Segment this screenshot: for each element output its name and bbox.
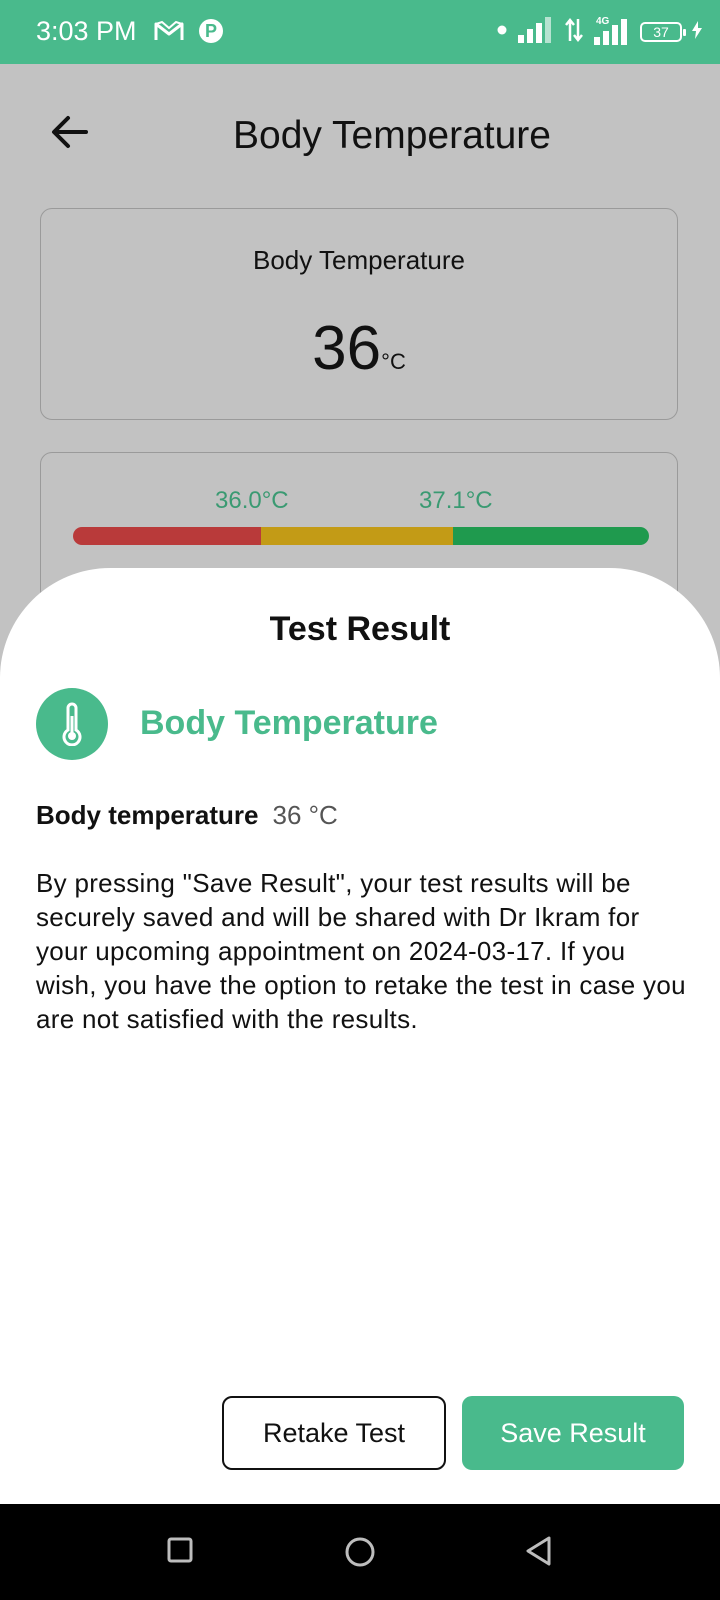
test-result-sheet: Test Result Body Temperature Body temper… (0, 568, 720, 1504)
signal-icon (518, 16, 554, 48)
svg-text:P: P (205, 21, 217, 41)
temperature-value-card: Body Temperature 36°C (40, 208, 678, 420)
value-card-label: Body Temperature (253, 245, 465, 275)
range-low-label: 36.0°C (215, 487, 289, 514)
sheet-title: Test Result (269, 610, 451, 648)
measurement-row: Body temperature 36 °C (36, 800, 338, 831)
temperature-unit: °C (381, 349, 406, 374)
page-title: Body Temperature (233, 114, 551, 157)
range-high-label: 37.1°C (419, 487, 493, 514)
measurement-label: Body temperature (36, 800, 259, 830)
4g-signal-icon: 4G (594, 15, 630, 50)
battery-icon: 37 (640, 22, 686, 42)
range-segment-mid (261, 527, 453, 545)
data-arrows-icon (564, 17, 584, 48)
result-test-name: Body Temperature (140, 704, 438, 742)
range-segment-high (453, 527, 649, 545)
temperature-reading: 36°C (41, 313, 677, 384)
battery-level: 37 (653, 24, 669, 40)
svg-text:4G: 4G (596, 16, 610, 27)
charging-icon (692, 20, 702, 44)
save-result-button[interactable]: Save Result (462, 1396, 684, 1470)
status-icons: 4G 37 (496, 14, 702, 50)
dot-icon (496, 23, 508, 41)
paytm-icon: P (198, 16, 224, 51)
circle-home-icon[interactable] (342, 1534, 378, 1575)
thermometer-icon (36, 688, 108, 760)
gmail-icon (154, 18, 184, 49)
navigation-bar (0, 1504, 720, 1600)
measurement-value: 36 °C (272, 800, 338, 830)
square-recents-icon[interactable] (164, 1534, 196, 1571)
retake-test-button[interactable]: Retake Test (222, 1396, 446, 1470)
range-segment-low (73, 527, 261, 545)
temperature-value: 36 (312, 314, 382, 383)
status-time: 3:03 PM (36, 16, 137, 46)
range-bar (73, 527, 649, 545)
status-bar: 3:03 PM P 4G 37 (0, 0, 720, 64)
save-info-text: By pressing "Save Result", your test res… (36, 868, 686, 1034)
triangle-back-icon[interactable] (522, 1534, 556, 1573)
